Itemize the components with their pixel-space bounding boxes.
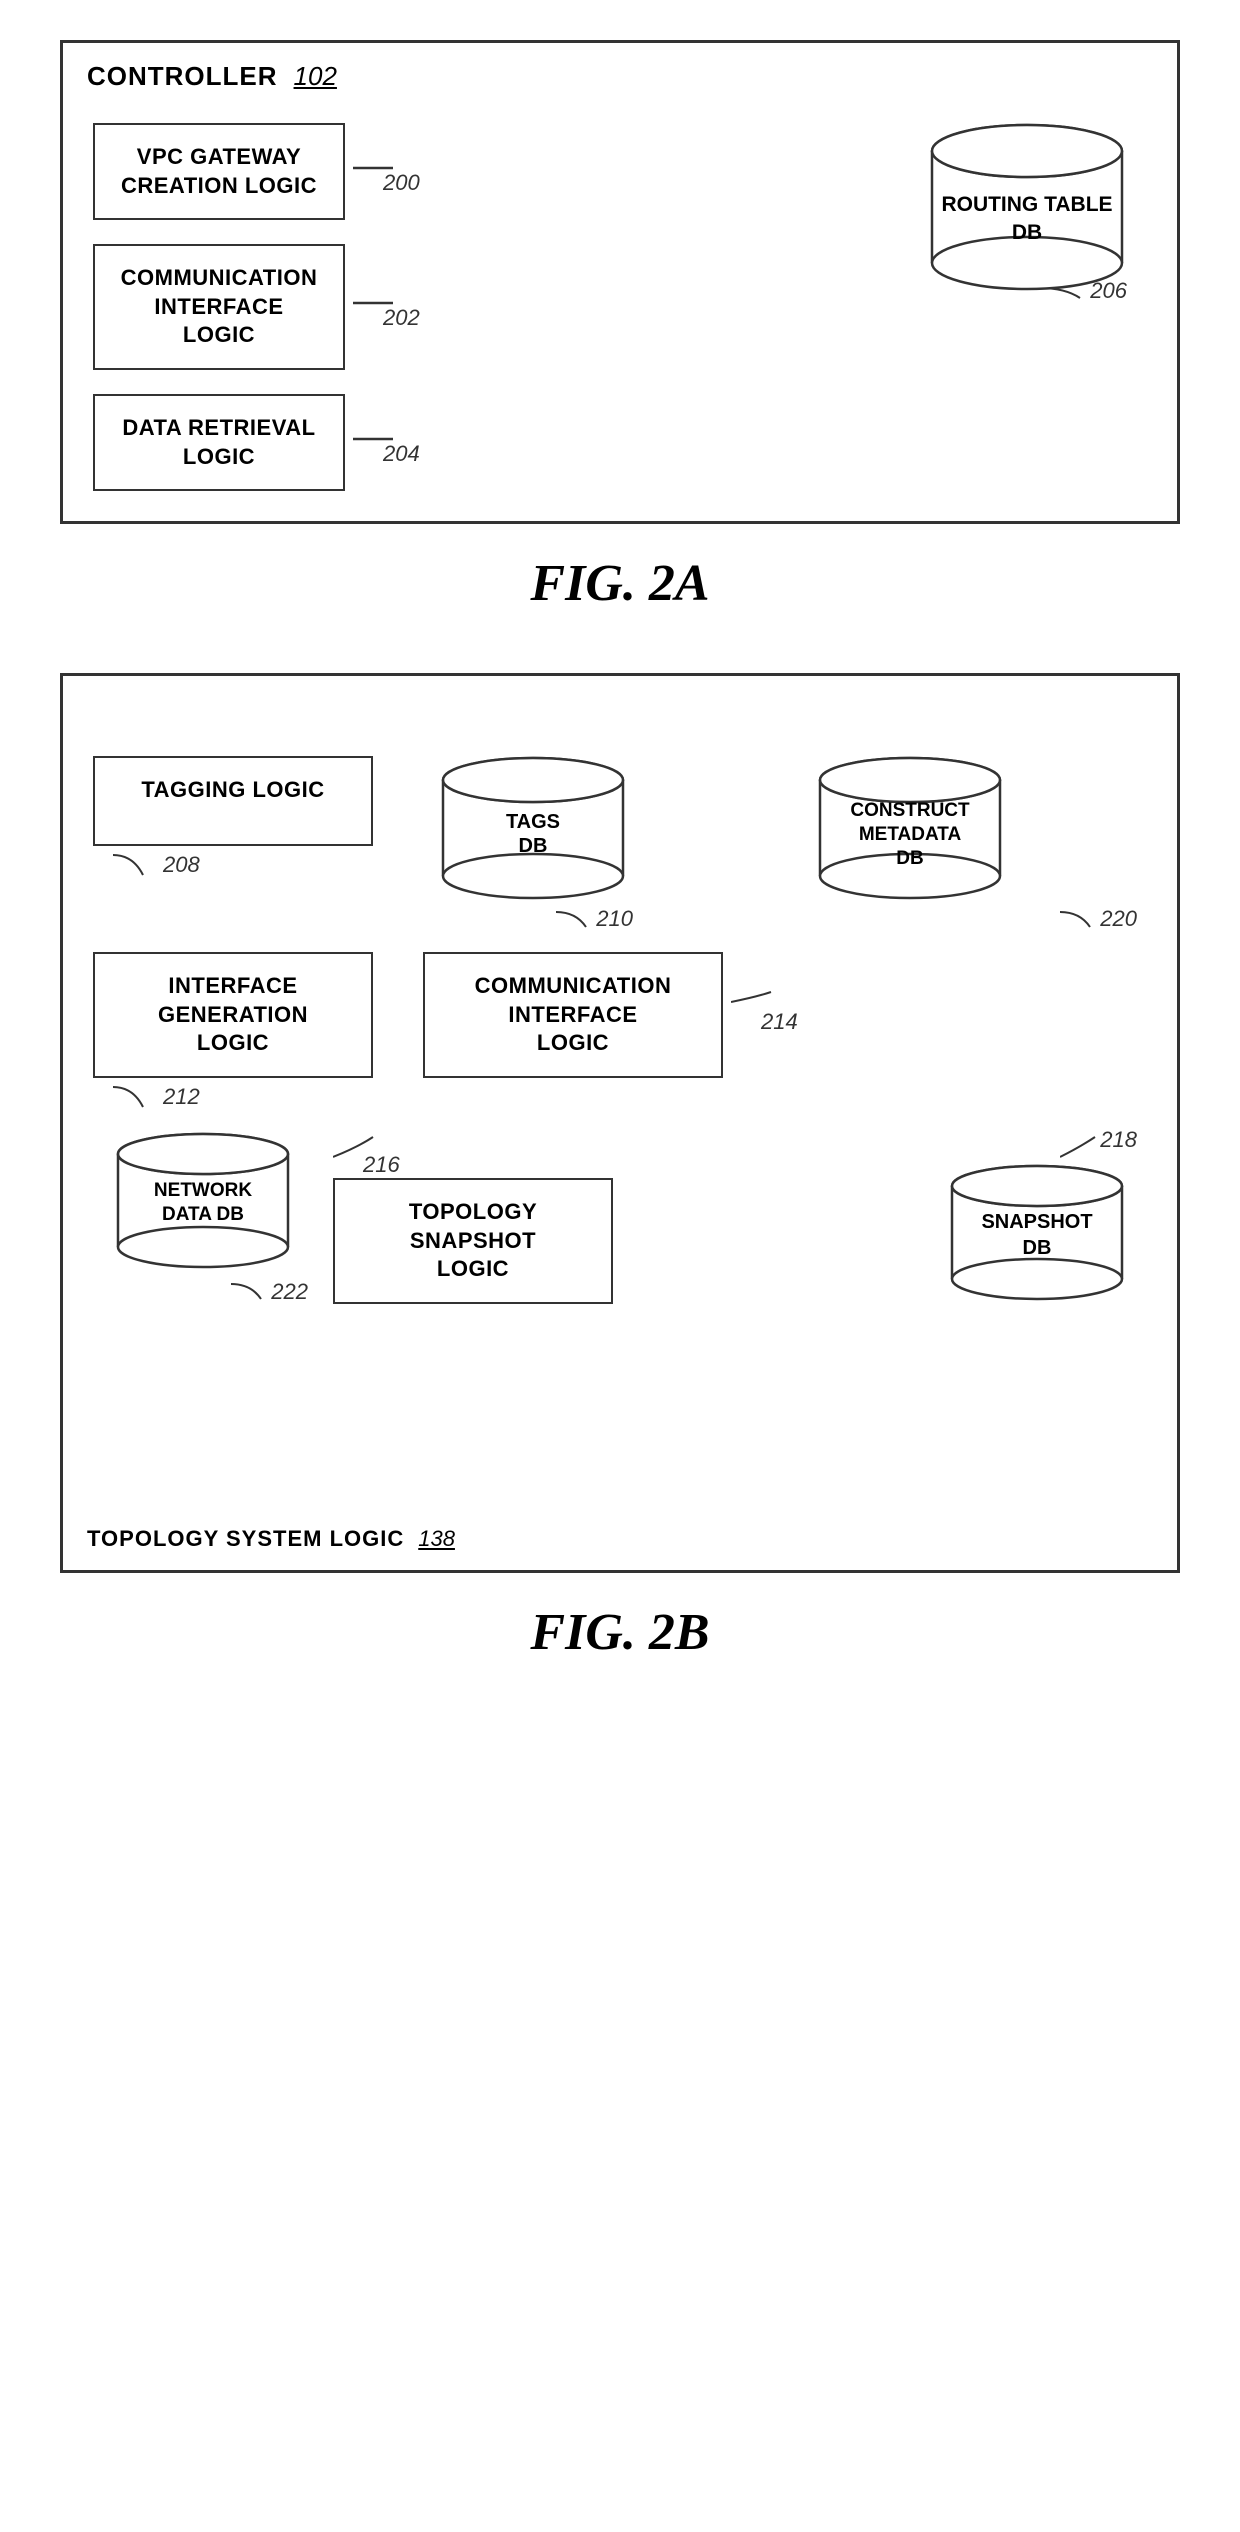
data-retrieval-ref: 204 <box>383 441 420 467</box>
vpc-gateway-box: VPC GATEWAYCREATION LOGIC <box>93 123 345 220</box>
svg-text:NETWORK: NETWORK <box>154 1180 252 1201</box>
comm-interface-row: COMMUNICATIONINTERFACE LOGIC 202 <box>93 244 433 370</box>
network-db-ref: 222 <box>271 1279 308 1305</box>
tagging-ref-wrap: 208 <box>113 850 200 880</box>
figure-2b: TAGGING LOGIC 208 TAG <box>60 673 1180 1662</box>
fig2a-diagram: CONTROLLER 102 VPC GATEWAYCREATION LOGIC… <box>60 40 1180 524</box>
tags-db-cell: TAGS DB 210 <box>423 756 643 932</box>
svg-text:DB: DB <box>519 835 548 857</box>
tagging-logic-label: TAGGING LOGIC <box>141 777 324 802</box>
tags-db-ref: 210 <box>596 906 633 932</box>
tags-db-ref-line <box>556 907 596 932</box>
data-retrieval-label: DATA RETRIEVALLOGIC <box>122 415 315 469</box>
figure-2a: CONTROLLER 102 VPC GATEWAYCREATION LOGIC… <box>60 40 1180 613</box>
tagging-logic-cell: TAGGING LOGIC 208 <box>93 756 393 880</box>
tagging-logic-box: TAGGING LOGIC <box>93 756 373 846</box>
vpc-gateway-row: VPC GATEWAYCREATION LOGIC 200 <box>93 123 433 220</box>
construct-metadata-svg: CONSTRUCT METADATA DB <box>810 756 1010 916</box>
snapshot-db-ref: 218 <box>1100 1127 1137 1153</box>
topology-snapshot-row: 216 <box>333 1132 400 1178</box>
svg-text:DATA DB: DATA DB <box>162 1204 244 1225</box>
fig2b-row2: INTERFACEGENERATIONLOGIC 212 COMMUNICATI… <box>93 952 1147 1112</box>
construct-metadata-cell: CONSTRUCT METADATA DB 220 <box>673 756 1147 932</box>
interface-gen-ref-line <box>113 1082 163 1112</box>
comm-interface2-cell: COMMUNICATIONINTERFACELOGIC 214 <box>423 952 1147 1078</box>
fig2b-row1: TAGGING LOGIC 208 TAG <box>93 756 1147 932</box>
construct-db-ref-line <box>1060 907 1100 932</box>
fig2a-caption: FIG. 2A <box>530 554 709 613</box>
topology-snapshot-ref: 216 <box>363 1152 400 1178</box>
fig2a-right-column: ROUTING TABLE DB 206 <box>433 123 1147 308</box>
svg-text:ROUTING TABLE: ROUTING TABLE <box>941 193 1112 216</box>
construct-db-ref-wrap: 220 <box>1060 906 1137 932</box>
svg-text:METADATA: METADATA <box>859 824 962 845</box>
data-retrieval-row: DATA RETRIEVALLOGIC 204 <box>93 394 433 491</box>
svg-text:DB: DB <box>896 848 923 869</box>
fig2a-title: CONTROLLER <box>87 61 278 92</box>
topology-snapshot-box: TOPOLOGYSNAPSHOTLOGIC <box>333 1178 613 1304</box>
routing-table-db-wrap: ROUTING TABLE DB 206 <box>927 123 1127 308</box>
snapshot-db-ref-line-top <box>1060 1132 1100 1162</box>
comm-interface-label: COMMUNICATIONINTERFACE LOGIC <box>121 265 318 347</box>
svg-text:SNAPSHOT: SNAPSHOT <box>981 1211 1092 1233</box>
network-db-ref-line <box>231 1279 271 1304</box>
topology-system-ref: 138 <box>418 1526 455 1552</box>
fig2b-diagram: TAGGING LOGIC 208 TAG <box>60 673 1180 1573</box>
topology-system-label-wrap: TOPOLOGY SYSTEM LOGIC 138 <box>87 1526 455 1552</box>
fig2a-title-ref: 102 <box>294 61 337 92</box>
routing-table-db: ROUTING TABLE DB <box>927 123 1127 308</box>
tags-db-ref-wrap: 210 <box>556 906 633 932</box>
network-db-ref-wrap: 222 <box>231 1279 308 1305</box>
comm-interface2-label: COMMUNICATIONINTERFACELOGIC <box>475 973 672 1055</box>
topology-snapshot-cell: 216 TOPOLOGYSNAPSHOTLOGIC <box>333 1132 907 1304</box>
network-data-db-cell: NETWORK DATA DB 222 <box>93 1132 313 1305</box>
fig2b-caption: FIG. 2B <box>530 1603 709 1662</box>
comm-interface2-ref: 214 <box>761 1009 798 1035</box>
fig2b-row3: NETWORK DATA DB 222 216 <box>93 1132 1147 1319</box>
interface-gen-box: INTERFACEGENERATIONLOGIC <box>93 952 373 1078</box>
routing-db-svg: ROUTING TABLE DB <box>927 123 1127 303</box>
svg-text:DB: DB <box>1012 221 1042 244</box>
interface-gen-label: INTERFACEGENERATIONLOGIC <box>158 973 308 1055</box>
interface-gen-cell: INTERFACEGENERATIONLOGIC 212 <box>93 952 393 1112</box>
interface-gen-ref: 212 <box>163 1084 200 1110</box>
vpc-gateway-label: VPC GATEWAYCREATION LOGIC <box>121 144 317 198</box>
vpc-gateway-ref: 200 <box>383 170 420 196</box>
snapshot-db-ref-wrap-top: 218 <box>1060 1132 1137 1162</box>
snapshot-db-svg: SNAPSHOT DB <box>942 1164 1132 1319</box>
topology-system-label: TOPOLOGY SYSTEM LOGIC <box>87 1526 404 1552</box>
topology-snapshot-label: TOPOLOGYSNAPSHOTLOGIC <box>409 1199 537 1281</box>
tags-db-svg: TAGS DB <box>433 756 633 916</box>
comm-interface2-ref-wrap: 214 <box>731 952 798 1035</box>
fig2a-left-column: VPC GATEWAYCREATION LOGIC 200 COMMUNICAT… <box>93 123 433 491</box>
svg-text:DB: DB <box>1023 1237 1052 1259</box>
comm-interface2-box: COMMUNICATIONINTERFACELOGIC <box>423 952 723 1078</box>
data-retrieval-box: DATA RETRIEVALLOGIC <box>93 394 345 491</box>
tagging-ref-line <box>113 850 163 880</box>
svg-text:TAGS: TAGS <box>506 811 560 833</box>
comm-interface-box: COMMUNICATIONINTERFACE LOGIC <box>93 244 345 370</box>
snapshot-db-cell: 218 SNAPSHOT DB <box>927 1132 1147 1319</box>
tagging-ref: 208 <box>163 852 200 878</box>
svg-text:CONSTRUCT: CONSTRUCT <box>850 800 970 821</box>
network-data-db-svg: NETWORK DATA DB <box>108 1132 298 1287</box>
construct-db-ref: 220 <box>1100 906 1137 932</box>
comm-interface-ref: 202 <box>383 305 420 331</box>
interface-gen-ref-wrap: 212 <box>113 1082 200 1112</box>
